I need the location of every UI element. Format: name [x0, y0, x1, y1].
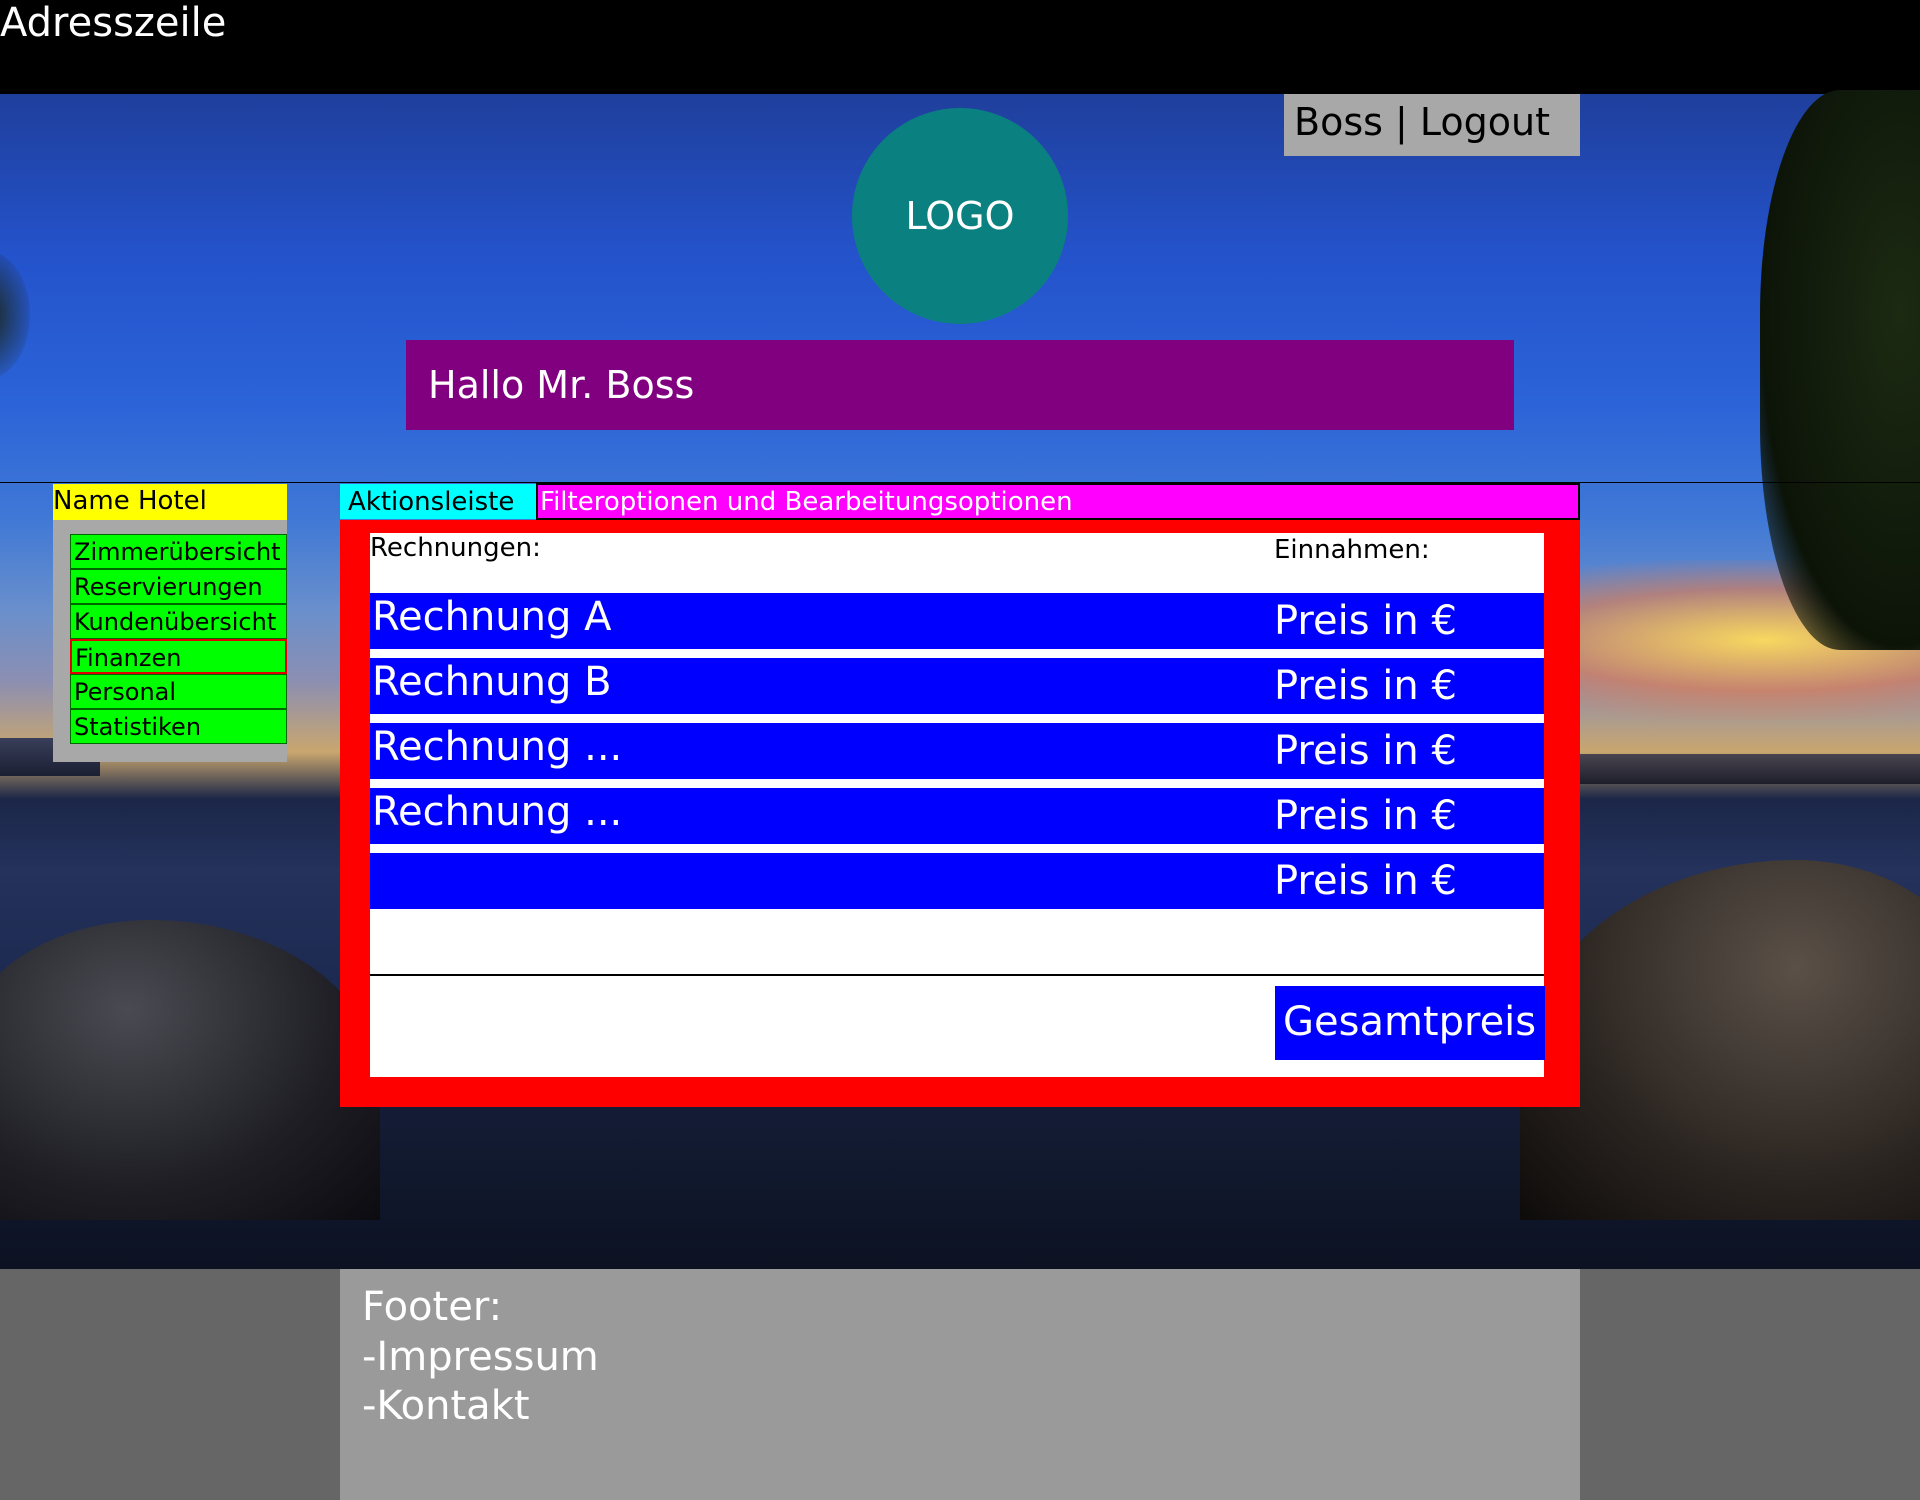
- total-price-label: Gesamtpreis: [1283, 999, 1537, 1045]
- sidebar-item-label: Kundenübersicht: [74, 608, 277, 636]
- greeting-banner: Hallo Mr. Boss: [406, 340, 1514, 430]
- invoice-price: Preis in €: [1274, 663, 1457, 709]
- background-city-right: [1580, 754, 1920, 784]
- sidebar-item-finanzen[interactable]: Finanzen: [70, 639, 287, 674]
- invoice-row[interactable]: Rechnung ... Preis in €: [370, 723, 1544, 779]
- hotel-name-label: Name Hotel: [53, 486, 207, 516]
- filter-options-bar[interactable]: Filteroptionen und Bearbeitungsoptionen: [536, 483, 1580, 520]
- revenue-header: Einnahmen:: [1274, 535, 1430, 565]
- invoice-price: Preis in €: [1274, 858, 1457, 904]
- sidebar-item-kundenuebersicht[interactable]: Kundenübersicht: [70, 604, 287, 639]
- invoice-price: Preis in €: [1274, 728, 1457, 774]
- total-price-button[interactable]: Gesamtpreis: [1275, 986, 1545, 1060]
- logo-text: LOGO: [905, 194, 1015, 238]
- address-bar-label: Adresszeile: [0, 0, 227, 46]
- footer-link-kontakt[interactable]: -Kontakt: [362, 1382, 530, 1430]
- invoice-row[interactable]: Preis in €: [370, 853, 1544, 909]
- filter-options-label: Filteroptionen und Bearbeitungsoptionen: [540, 487, 1073, 517]
- sidebar-item-zimmeruebersicht[interactable]: Zimmerübersicht: [70, 534, 287, 569]
- sidebar-item-reservierungen[interactable]: Reservierungen: [70, 569, 287, 604]
- invoice-row[interactable]: Rechnung B Preis in €: [370, 658, 1544, 714]
- footer: Footer: -Impressum -Kontakt: [340, 1269, 1580, 1500]
- address-bar[interactable]: Adresszeile: [0, 0, 1920, 94]
- invoice-price: Preis in €: [1274, 598, 1457, 644]
- action-bar-label: Aktionsleiste: [348, 487, 515, 517]
- footer-title: Footer:: [362, 1284, 503, 1330]
- user-logout-menu[interactable]: Boss | Logout: [1284, 94, 1580, 156]
- logo[interactable]: LOGO: [852, 108, 1068, 324]
- sidebar-item-label: Reservierungen: [74, 573, 263, 601]
- sidebar-item-label: Zimmerübersicht: [74, 538, 281, 566]
- user-logout-label[interactable]: Boss | Logout: [1294, 98, 1550, 146]
- invoice-name: Rechnung A: [372, 594, 612, 640]
- invoices-header: Rechnungen:: [370, 533, 541, 563]
- sidebar-item-label: Statistiken: [74, 713, 202, 741]
- invoice-row[interactable]: Rechnung ... Preis in €: [370, 788, 1544, 844]
- invoice-name: Rechnung B: [372, 659, 612, 705]
- greeting-text: Hallo Mr. Boss: [428, 363, 695, 407]
- sidebar-item-label: Finanzen: [75, 644, 182, 672]
- sidebar-nav: Zimmerübersicht Reservierungen Kundenübe…: [53, 520, 287, 762]
- hotel-name: Name Hotel: [53, 484, 287, 520]
- sidebar-item-statistiken[interactable]: Statistiken: [70, 709, 287, 744]
- background-tree-right: [1760, 90, 1920, 650]
- invoice-name: Rechnung ...: [372, 789, 623, 835]
- invoice-row[interactable]: Rechnung A Preis in €: [370, 593, 1544, 649]
- invoice-price: Preis in €: [1274, 793, 1457, 839]
- total-divider: [370, 974, 1544, 976]
- action-bar[interactable]: Aktionsleiste: [340, 484, 536, 519]
- invoice-name: Rechnung ...: [372, 724, 623, 770]
- sidebar-item-personal[interactable]: Personal: [70, 674, 287, 709]
- sidebar-item-label: Personal: [74, 678, 177, 706]
- footer-link-impressum[interactable]: -Impressum: [362, 1333, 599, 1381]
